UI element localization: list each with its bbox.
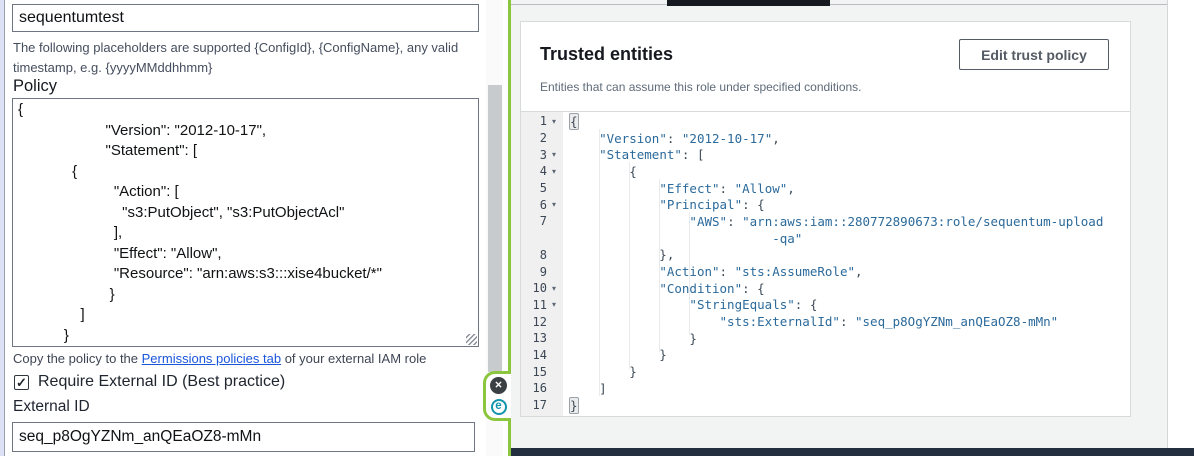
- policy-label: Policy: [13, 77, 57, 96]
- line-number: 17: [521, 398, 547, 412]
- code-line: -qa": [521, 230, 1130, 247]
- copy-policy-hint: Copy the policy to the Permissions polic…: [13, 351, 426, 366]
- line-number: 10: [521, 281, 547, 295]
- export-config-panel: The following placeholders are supported…: [0, 0, 508, 456]
- aws-trust-relationships-panel: Trusted entities Edit trust policy Entit…: [511, 0, 1194, 456]
- code-line: 7 "AWS": "arn:aws:iam::280772890673:role…: [521, 213, 1130, 230]
- trusted-entities-description: Entities that can assume this role under…: [540, 80, 862, 94]
- code-line: 4▾ {: [521, 163, 1130, 180]
- tabs-bottom-border: [511, 4, 1167, 5]
- line-number: 2: [521, 131, 547, 145]
- panel-edge-divider: [4, 0, 5, 456]
- code-text: "Version": "2012-10-17",: [563, 131, 780, 146]
- e-extension-icon[interactable]: e: [491, 399, 507, 415]
- fold-arrow-icon[interactable]: ▾: [547, 117, 561, 126]
- fold-arrow-icon[interactable]: ▾: [547, 167, 561, 176]
- policy-textarea[interactable]: { "Version": "2012-10-17", "Statement": …: [12, 98, 479, 347]
- line-number: 13: [521, 331, 547, 345]
- code-text: -qa": [563, 231, 802, 246]
- code-line: 12 "sts:ExternalId": "seq_p8OgYZNm_anQEa…: [521, 313, 1130, 330]
- code-line: 14 }: [521, 347, 1130, 364]
- permissions-policies-tab-link[interactable]: Permissions policies tab: [142, 351, 281, 366]
- code-line: 9 "Action": "sts:AssumeRole",: [521, 263, 1130, 280]
- code-text: "Action": "sts:AssumeRole",: [563, 264, 863, 279]
- checkmark-icon: ✓: [16, 376, 27, 389]
- filename-input[interactable]: [12, 4, 479, 32]
- line-number: 11: [521, 298, 547, 312]
- line-number: 15: [521, 365, 547, 379]
- code-text: }: [563, 331, 697, 346]
- require-external-id-label: Require External ID (Best practice): [38, 373, 285, 391]
- external-id-input[interactable]: [12, 422, 475, 452]
- code-line: 13 }: [521, 330, 1130, 347]
- line-number: 1: [521, 114, 547, 128]
- line-number: 3: [521, 148, 547, 162]
- fold-arrow-icon[interactable]: ▾: [547, 284, 561, 293]
- code-line: 16 ]: [521, 380, 1130, 397]
- line-number: 12: [521, 315, 547, 329]
- code-line: 5 "Effect": "Allow",: [521, 180, 1130, 197]
- code-text: "StringEquals": {: [563, 297, 817, 312]
- code-text: "Condition": {: [563, 281, 765, 296]
- trusted-entities-card: Trusted entities Edit trust policy Entit…: [520, 21, 1131, 417]
- extension-widget: ✕ e: [483, 371, 511, 421]
- line-number: 8: [521, 248, 547, 262]
- code-line: 17}: [521, 397, 1130, 414]
- code-text: }: [563, 398, 579, 413]
- code-text: "Principal": {: [563, 197, 765, 212]
- code-text: ]: [563, 381, 607, 396]
- fold-arrow-icon[interactable]: ▾: [547, 200, 561, 209]
- code-text: }: [563, 347, 667, 362]
- line-number: 6: [521, 198, 547, 212]
- placeholders-help-text: The following placeholders are supported…: [13, 38, 472, 77]
- code-text: {: [563, 114, 579, 129]
- code-line: 2 "Version": "2012-10-17",: [521, 130, 1130, 147]
- code-line: 6▾ "Principal": {: [521, 196, 1130, 213]
- require-external-id-row: ✓ Require External ID (Best practice): [14, 373, 285, 391]
- line-number: 7: [521, 214, 547, 228]
- trusted-entities-title: Trusted entities: [540, 44, 673, 65]
- code-text: "Effect": "Allow",: [563, 181, 795, 196]
- console-footer-bar: [511, 448, 1194, 456]
- edit-trust-policy-button[interactable]: Edit trust policy: [959, 39, 1109, 70]
- close-icon[interactable]: ✕: [490, 377, 507, 394]
- line-number: 4: [521, 164, 547, 178]
- code-text: {: [563, 164, 637, 179]
- fold-arrow-icon[interactable]: ▾: [547, 300, 561, 309]
- code-text: "sts:ExternalId": "seq_p8OgYZNm_anQEaOZ8…: [563, 314, 1058, 329]
- code-text: }: [563, 364, 637, 379]
- active-tab-underline: [667, 0, 830, 6]
- code-line: 11▾ "StringEquals": {: [521, 297, 1130, 314]
- copy-hint-suffix: of your external IAM role: [281, 351, 426, 366]
- require-external-id-checkbox[interactable]: ✓: [14, 375, 29, 390]
- fold-arrow-icon[interactable]: ▾: [547, 150, 561, 159]
- line-number: 14: [521, 348, 547, 362]
- code-line: 15 }: [521, 363, 1130, 380]
- copy-hint-prefix: Copy the policy to the: [13, 351, 142, 366]
- code-line: 1▾{: [521, 113, 1130, 130]
- code-text: "AWS": "arn:aws:iam::280772890673:role/s…: [563, 214, 1103, 229]
- left-panel-scrollbar-thumb[interactable]: [488, 85, 502, 372]
- line-number: 5: [521, 181, 547, 195]
- external-id-label: External ID: [13, 398, 90, 416]
- code-line: 8 },: [521, 247, 1130, 264]
- code-line: 3▾ "Statement": [: [521, 146, 1130, 163]
- code-text: "Statement": [: [563, 147, 704, 162]
- code-text: },: [563, 247, 674, 262]
- line-number: 9: [521, 265, 547, 279]
- trust-policy-code-editor[interactable]: 1▾{2 "Version": "2012-10-17",3▾ "Stateme…: [521, 112, 1130, 416]
- code-lines: 1▾{2 "Version": "2012-10-17",3▾ "Stateme…: [521, 113, 1130, 413]
- line-number: 16: [521, 381, 547, 395]
- right-edge-area: [1168, 0, 1194, 456]
- textarea-resize-handle[interactable]: [466, 334, 477, 345]
- code-line: 10▾ "Condition": {: [521, 280, 1130, 297]
- policy-json-text: { "Version": "2012-10-17", "Statement": …: [13, 99, 478, 346]
